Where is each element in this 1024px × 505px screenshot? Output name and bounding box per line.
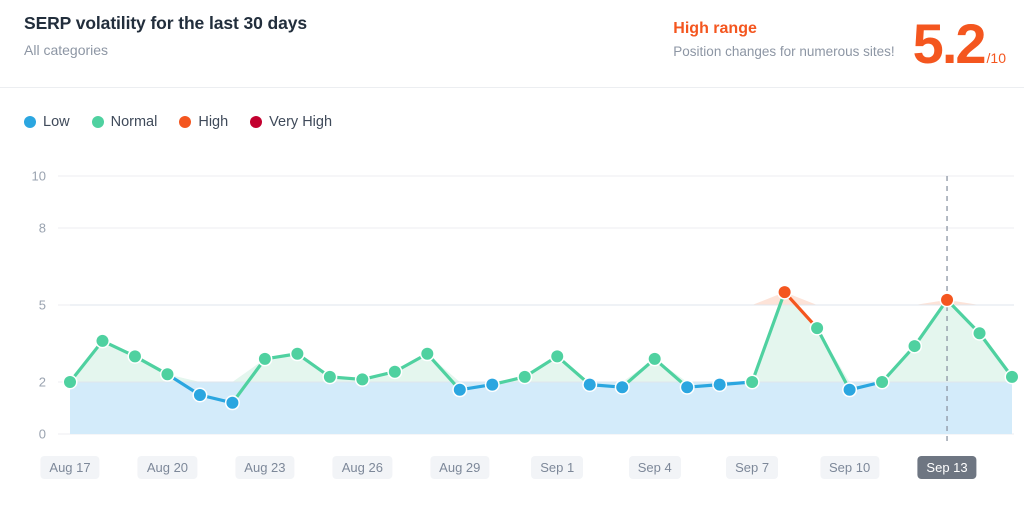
data-point[interactable] (323, 370, 336, 383)
data-point[interactable] (583, 378, 596, 391)
x-axis-label-selected[interactable]: Sep 13 (917, 456, 977, 479)
x-axis-label[interactable]: Aug 23 (235, 456, 295, 479)
legend-label-high: High (198, 114, 229, 130)
range-description: Position changes for numerous sites! (673, 44, 895, 59)
data-point[interactable] (876, 376, 889, 388)
legend-dot-high-icon (179, 116, 192, 128)
legend-dot-normal-icon (91, 116, 104, 128)
data-point[interactable] (551, 350, 564, 363)
y-axis-tick-label: 0 (39, 427, 46, 442)
x-axis-label[interactable]: Sep 10 (819, 456, 880, 479)
legend-dot-low-icon (24, 116, 36, 128)
y-axis-tick-label: 10 (32, 169, 46, 184)
data-point[interactable] (421, 347, 434, 360)
data-point[interactable] (973, 327, 986, 340)
x-axis-label[interactable]: Aug 20 (137, 456, 198, 479)
data-point[interactable] (96, 334, 109, 347)
chart-canvas: 0 2 5 8 10 (32, 169, 1020, 442)
data-point[interactable] (128, 350, 141, 363)
y-axis-tick-label: 5 (39, 298, 46, 313)
data-point[interactable] (64, 376, 76, 388)
data-point[interactable] (778, 286, 791, 299)
score-max: /10 (986, 50, 1006, 66)
x-axis-label[interactable]: Aug 29 (430, 456, 490, 479)
data-point[interactable] (388, 365, 401, 378)
data-point[interactable] (518, 370, 531, 383)
data-point[interactable] (941, 293, 954, 306)
legend-item-high[interactable]: High (179, 114, 228, 130)
data-point[interactable] (453, 383, 466, 396)
data-point[interactable] (1006, 370, 1018, 383)
data-point[interactable] (843, 383, 856, 396)
legend-item-low[interactable]: Low (24, 114, 70, 130)
data-point[interactable] (648, 352, 661, 365)
header-left-group: SERP volatility for the last 30 days All… (24, 12, 307, 59)
page-title: SERP volatility for the last 30 days (24, 13, 307, 33)
y-axis-tick-label: 8 (39, 221, 46, 236)
data-point[interactable] (258, 352, 271, 365)
volatility-chart[interactable]: 0 2 5 8 10 (0, 155, 1024, 455)
x-axis-label[interactable]: Sep 4 (628, 456, 681, 479)
data-point[interactable] (226, 396, 239, 409)
score-block: 5.2 /10 (913, 16, 1006, 72)
score-value: 5.2 (912, 12, 987, 75)
y-axis-tick-label: 2 (39, 375, 46, 390)
low-band-fill (70, 382, 1012, 434)
legend-label-very-high: Very High (269, 114, 333, 130)
legend-dot-very-high-icon (250, 116, 263, 128)
data-point[interactable] (193, 389, 206, 401)
data-point[interactable] (486, 378, 499, 391)
normal-band-fill (70, 292, 1012, 382)
legend-label-normal: Normal (110, 114, 158, 130)
page-subtitle: All categories (24, 42, 109, 58)
high-band-fill (70, 292, 1012, 305)
legend-item-very-high[interactable]: Very High (250, 114, 332, 130)
header-right-group: High range Position changes for numerous… (673, 16, 1006, 72)
data-point[interactable] (681, 381, 694, 394)
chart-legend: Low Normal High Very High (24, 114, 354, 130)
card-header: SERP volatility for the last 30 days All… (0, 0, 1024, 88)
data-point[interactable] (616, 381, 629, 394)
legend-item-normal[interactable]: Normal (91, 114, 158, 130)
range-title: High range (673, 20, 757, 37)
data-point[interactable] (291, 347, 304, 360)
volatility-range-block: High range Position changes for numerous… (673, 16, 894, 61)
data-point[interactable] (746, 376, 759, 388)
x-axis-label[interactable]: Aug 17 (40, 456, 100, 479)
data-point[interactable] (713, 378, 726, 391)
data-point[interactable] (811, 322, 824, 335)
legend-label-low: Low (43, 114, 70, 130)
x-axis-label[interactable]: Aug 26 (332, 456, 392, 479)
chart-x-axis: Aug 17 Aug 20 Aug 23 Aug 26 Aug 29 Sep 1 Sep 4… (0, 456, 1024, 486)
data-point[interactable] (161, 368, 174, 381)
data-point[interactable] (908, 340, 921, 353)
x-axis-label[interactable]: Sep 7 (726, 456, 779, 479)
data-point[interactable] (356, 373, 369, 386)
x-axis-label[interactable]: Sep 1 (531, 456, 584, 479)
